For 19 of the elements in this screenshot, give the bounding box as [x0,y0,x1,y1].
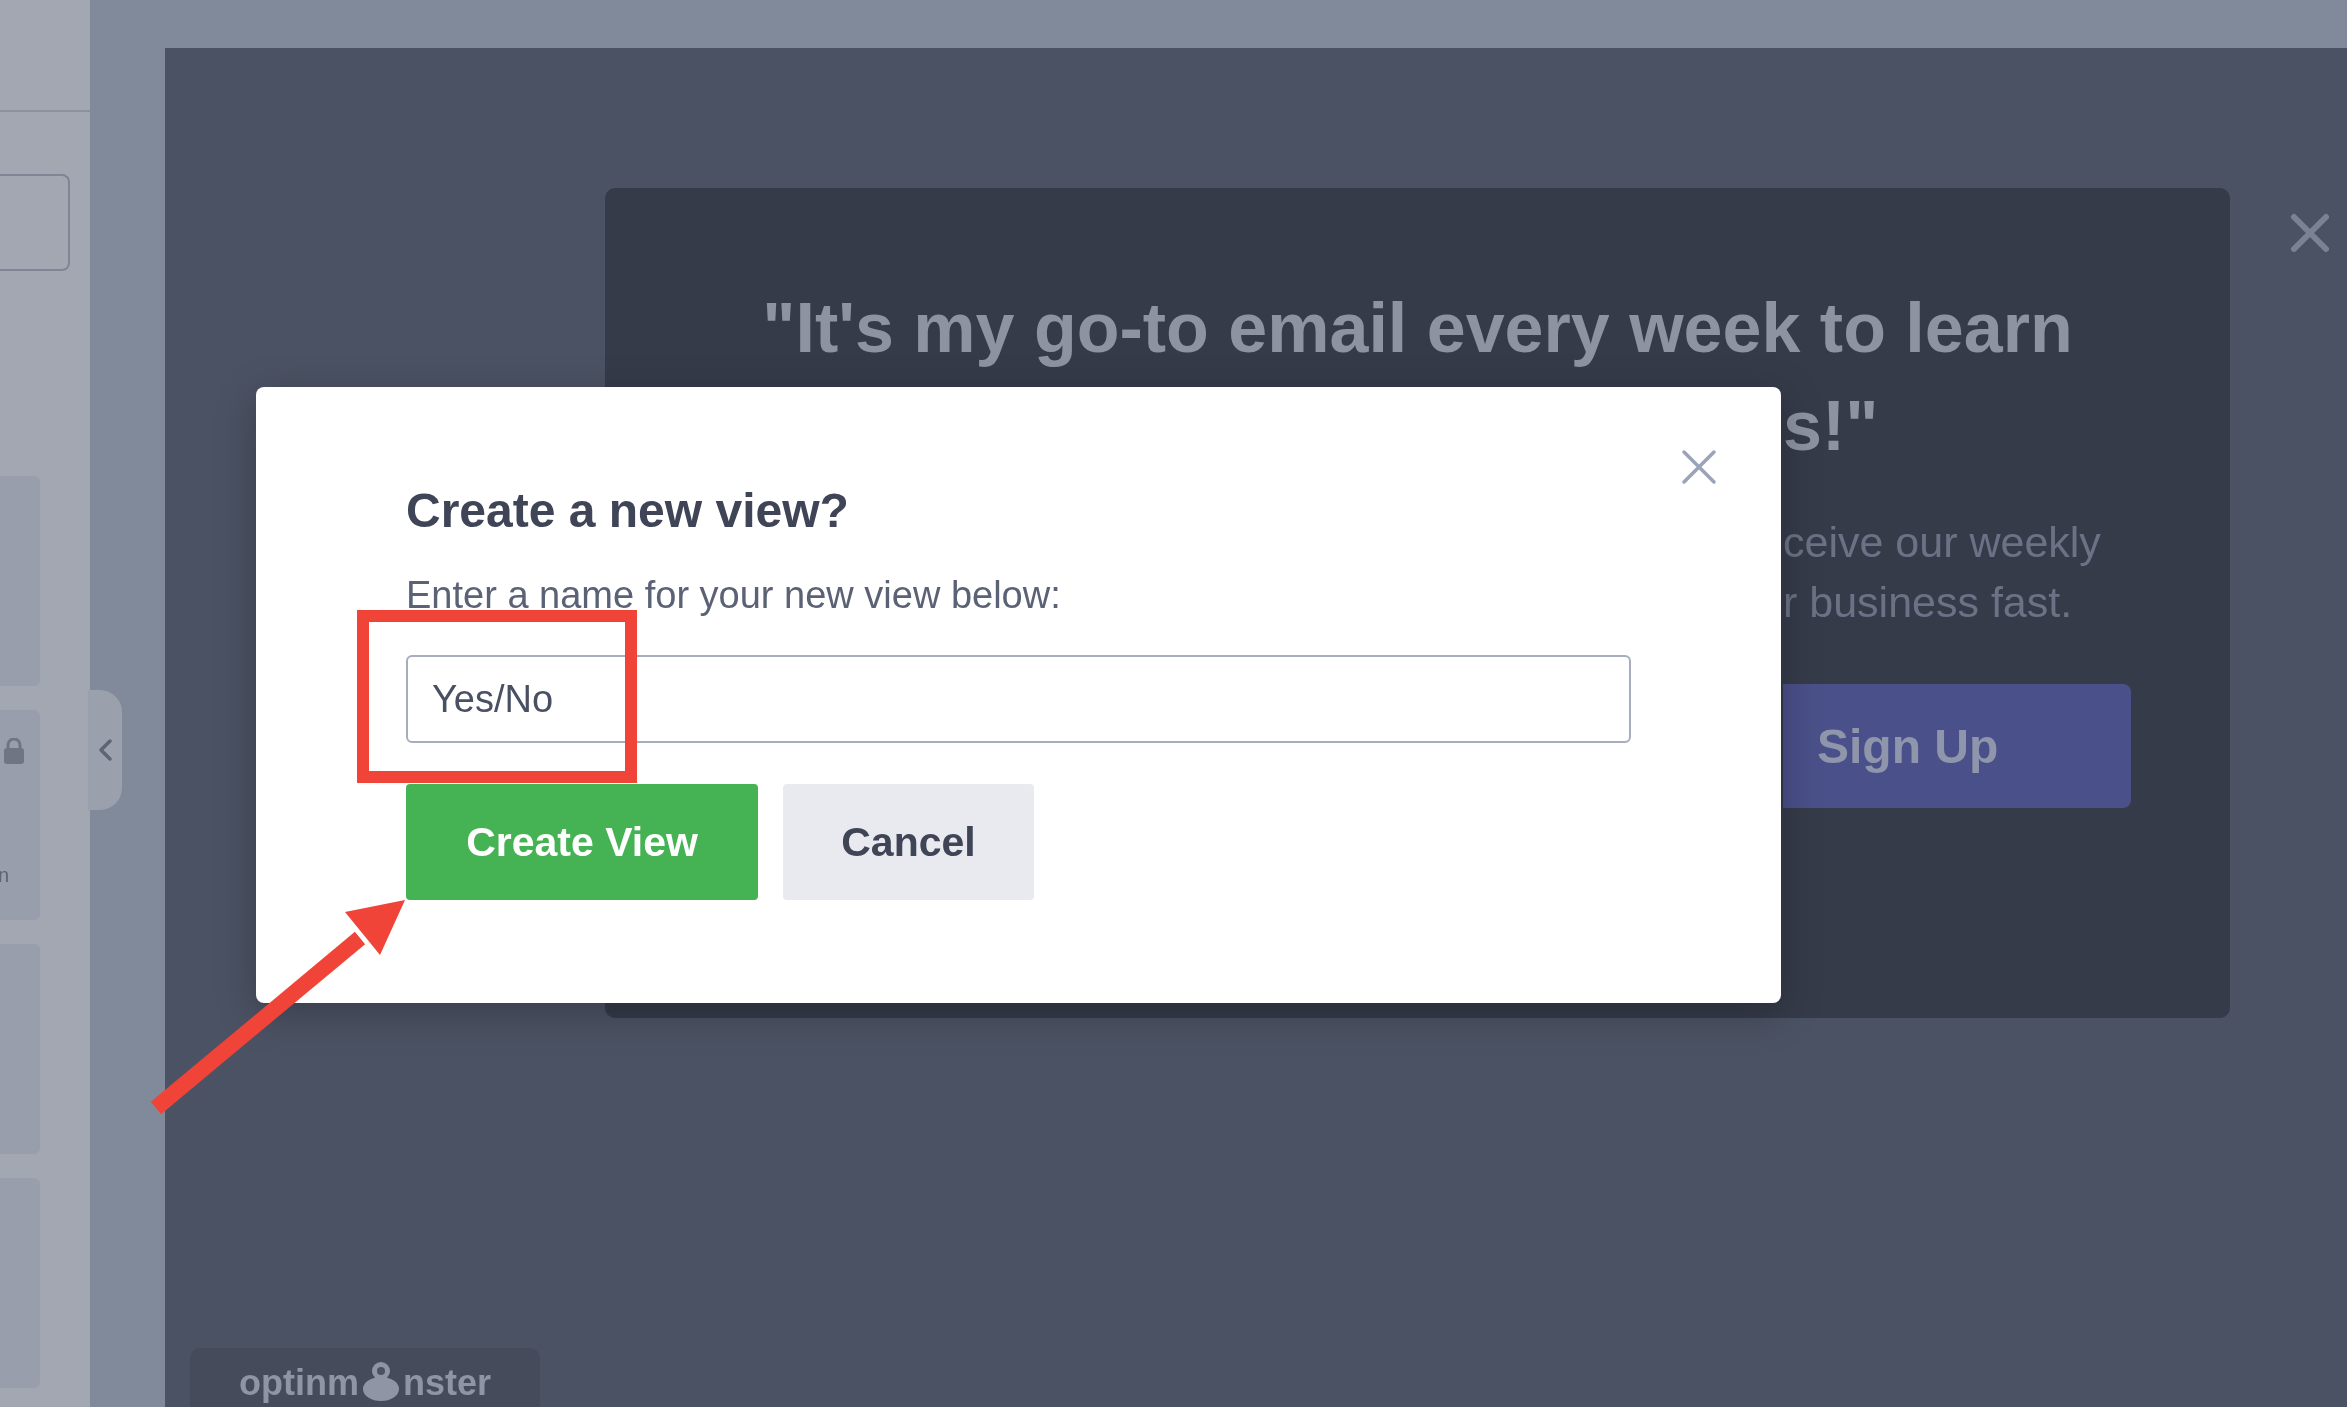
cancel-button[interactable]: Cancel [783,784,1034,900]
dialog-title: Create a new view? [406,483,849,539]
close-icon[interactable] [2290,213,2330,253]
field-label: Enter a name for your new view below: [406,573,1061,617]
chevron-left-icon [96,737,114,763]
sign-up-button[interactable]: Sign Up [1783,684,2131,808]
body-text: r business fast. [1783,577,2073,628]
headline: s!" [1783,386,1879,466]
create-button[interactable]: Create View [406,784,758,900]
sidebar-card[interactable]: n [0,710,40,920]
close-icon[interactable] [1681,449,1717,485]
logo-text: nster [402,1365,491,1401]
logo-text: optinm [239,1365,359,1401]
body-text: ceive our weekly [1783,517,2101,568]
input-field[interactable] [0,174,70,271]
card-label: n [0,864,10,887]
collapse-button[interactable] [88,690,122,810]
input-field[interactable]: Yes/No [406,655,1631,743]
headline: "It's my go-to email every week to learn [761,288,2074,368]
